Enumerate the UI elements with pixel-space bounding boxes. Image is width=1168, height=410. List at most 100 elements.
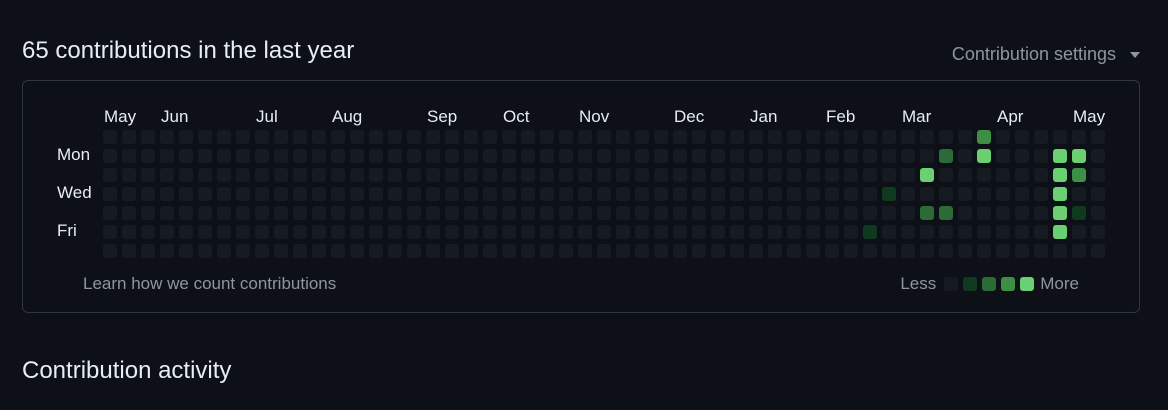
contribution-day-cell[interactable] <box>540 244 554 258</box>
contribution-settings-dropdown[interactable]: Contribution settings <box>952 42 1140 66</box>
contribution-day-cell[interactable] <box>1072 187 1086 201</box>
contribution-day-cell[interactable] <box>331 244 345 258</box>
contribution-day-cell[interactable] <box>711 187 725 201</box>
contribution-day-cell[interactable] <box>122 149 136 163</box>
contribution-day-cell[interactable] <box>426 244 440 258</box>
contribution-day-cell[interactable] <box>1053 244 1067 258</box>
contribution-day-cell[interactable] <box>711 130 725 144</box>
contribution-day-cell[interactable] <box>483 187 497 201</box>
contribution-day-cell[interactable] <box>160 187 174 201</box>
contribution-day-cell[interactable] <box>825 206 839 220</box>
contribution-day-cell[interactable] <box>540 130 554 144</box>
contribution-day-cell[interactable] <box>616 206 630 220</box>
contribution-day-cell[interactable] <box>711 149 725 163</box>
contribution-day-cell[interactable] <box>369 149 383 163</box>
contribution-day-cell[interactable] <box>445 206 459 220</box>
contribution-day-cell[interactable] <box>787 168 801 182</box>
contribution-day-cell[interactable] <box>369 168 383 182</box>
contribution-day-cell[interactable] <box>901 168 915 182</box>
contribution-day-cell[interactable] <box>388 206 402 220</box>
contribution-day-cell[interactable] <box>578 206 592 220</box>
contribution-day-cell[interactable] <box>1091 168 1105 182</box>
contribution-day-cell[interactable] <box>578 149 592 163</box>
contribution-day-cell[interactable] <box>1072 225 1086 239</box>
contribution-day-cell[interactable] <box>464 225 478 239</box>
contribution-day-cell[interactable] <box>673 130 687 144</box>
contribution-day-cell[interactable] <box>255 168 269 182</box>
contribution-day-cell[interactable] <box>996 168 1010 182</box>
contribution-day-cell[interactable] <box>920 149 934 163</box>
contribution-day-cell[interactable] <box>1072 206 1086 220</box>
contribution-day-cell[interactable] <box>844 225 858 239</box>
contribution-day-cell[interactable] <box>122 130 136 144</box>
contribution-day-cell[interactable] <box>274 187 288 201</box>
contribution-day-cell[interactable] <box>635 206 649 220</box>
contribution-day-cell[interactable] <box>768 149 782 163</box>
learn-contributions-link[interactable]: Learn how we count contributions <box>83 273 336 295</box>
contribution-day-cell[interactable] <box>920 168 934 182</box>
contribution-day-cell[interactable] <box>673 168 687 182</box>
contribution-day-cell[interactable] <box>768 168 782 182</box>
contribution-day-cell[interactable] <box>1015 206 1029 220</box>
contribution-day-cell[interactable] <box>901 206 915 220</box>
contribution-day-cell[interactable] <box>1034 130 1048 144</box>
contribution-day-cell[interactable] <box>236 225 250 239</box>
contribution-day-cell[interactable] <box>141 187 155 201</box>
contribution-day-cell[interactable] <box>255 225 269 239</box>
contribution-day-cell[interactable] <box>407 168 421 182</box>
contribution-day-cell[interactable] <box>407 130 421 144</box>
contribution-day-cell[interactable] <box>882 168 896 182</box>
contribution-day-cell[interactable] <box>217 206 231 220</box>
contribution-day-cell[interactable] <box>578 225 592 239</box>
contribution-day-cell[interactable] <box>350 168 364 182</box>
contribution-day-cell[interactable] <box>179 225 193 239</box>
contribution-day-cell[interactable] <box>388 130 402 144</box>
contribution-day-cell[interactable] <box>274 225 288 239</box>
contribution-day-cell[interactable] <box>445 149 459 163</box>
contribution-day-cell[interactable] <box>502 206 516 220</box>
contribution-day-cell[interactable] <box>122 244 136 258</box>
contribution-day-cell[interactable] <box>882 149 896 163</box>
contribution-day-cell[interactable] <box>1015 244 1029 258</box>
contribution-day-cell[interactable] <box>293 130 307 144</box>
contribution-day-cell[interactable] <box>350 206 364 220</box>
contribution-day-cell[interactable] <box>768 244 782 258</box>
contribution-day-cell[interactable] <box>350 130 364 144</box>
contribution-day-cell[interactable] <box>958 206 972 220</box>
contribution-day-cell[interactable] <box>825 149 839 163</box>
contribution-day-cell[interactable] <box>236 168 250 182</box>
contribution-day-cell[interactable] <box>768 130 782 144</box>
contribution-day-cell[interactable] <box>369 225 383 239</box>
contribution-day-cell[interactable] <box>597 225 611 239</box>
contribution-day-cell[interactable] <box>483 130 497 144</box>
contribution-day-cell[interactable] <box>616 225 630 239</box>
contribution-day-cell[interactable] <box>559 130 573 144</box>
contribution-day-cell[interactable] <box>236 149 250 163</box>
contribution-day-cell[interactable] <box>825 187 839 201</box>
contribution-day-cell[interactable] <box>806 130 820 144</box>
contribution-day-cell[interactable] <box>692 149 706 163</box>
contribution-day-cell[interactable] <box>369 244 383 258</box>
contribution-day-cell[interactable] <box>825 168 839 182</box>
contribution-day-cell[interactable] <box>597 130 611 144</box>
contribution-day-cell[interactable] <box>502 187 516 201</box>
contribution-day-cell[interactable] <box>369 187 383 201</box>
contribution-day-cell[interactable] <box>426 187 440 201</box>
contribution-day-cell[interactable] <box>692 225 706 239</box>
contribution-day-cell[interactable] <box>312 225 326 239</box>
contribution-day-cell[interactable] <box>236 206 250 220</box>
contribution-day-cell[interactable] <box>103 225 117 239</box>
contribution-day-cell[interactable] <box>977 225 991 239</box>
contribution-day-cell[interactable] <box>825 225 839 239</box>
contribution-day-cell[interactable] <box>654 130 668 144</box>
contribution-day-cell[interactable] <box>996 149 1010 163</box>
contribution-day-cell[interactable] <box>312 168 326 182</box>
contribution-day-cell[interactable] <box>806 244 820 258</box>
contribution-day-cell[interactable] <box>236 130 250 144</box>
contribution-day-cell[interactable] <box>179 130 193 144</box>
contribution-day-cell[interactable] <box>426 149 440 163</box>
contribution-day-cell[interactable] <box>521 206 535 220</box>
contribution-day-cell[interactable] <box>863 206 877 220</box>
contribution-day-cell[interactable] <box>692 187 706 201</box>
contribution-day-cell[interactable] <box>388 168 402 182</box>
